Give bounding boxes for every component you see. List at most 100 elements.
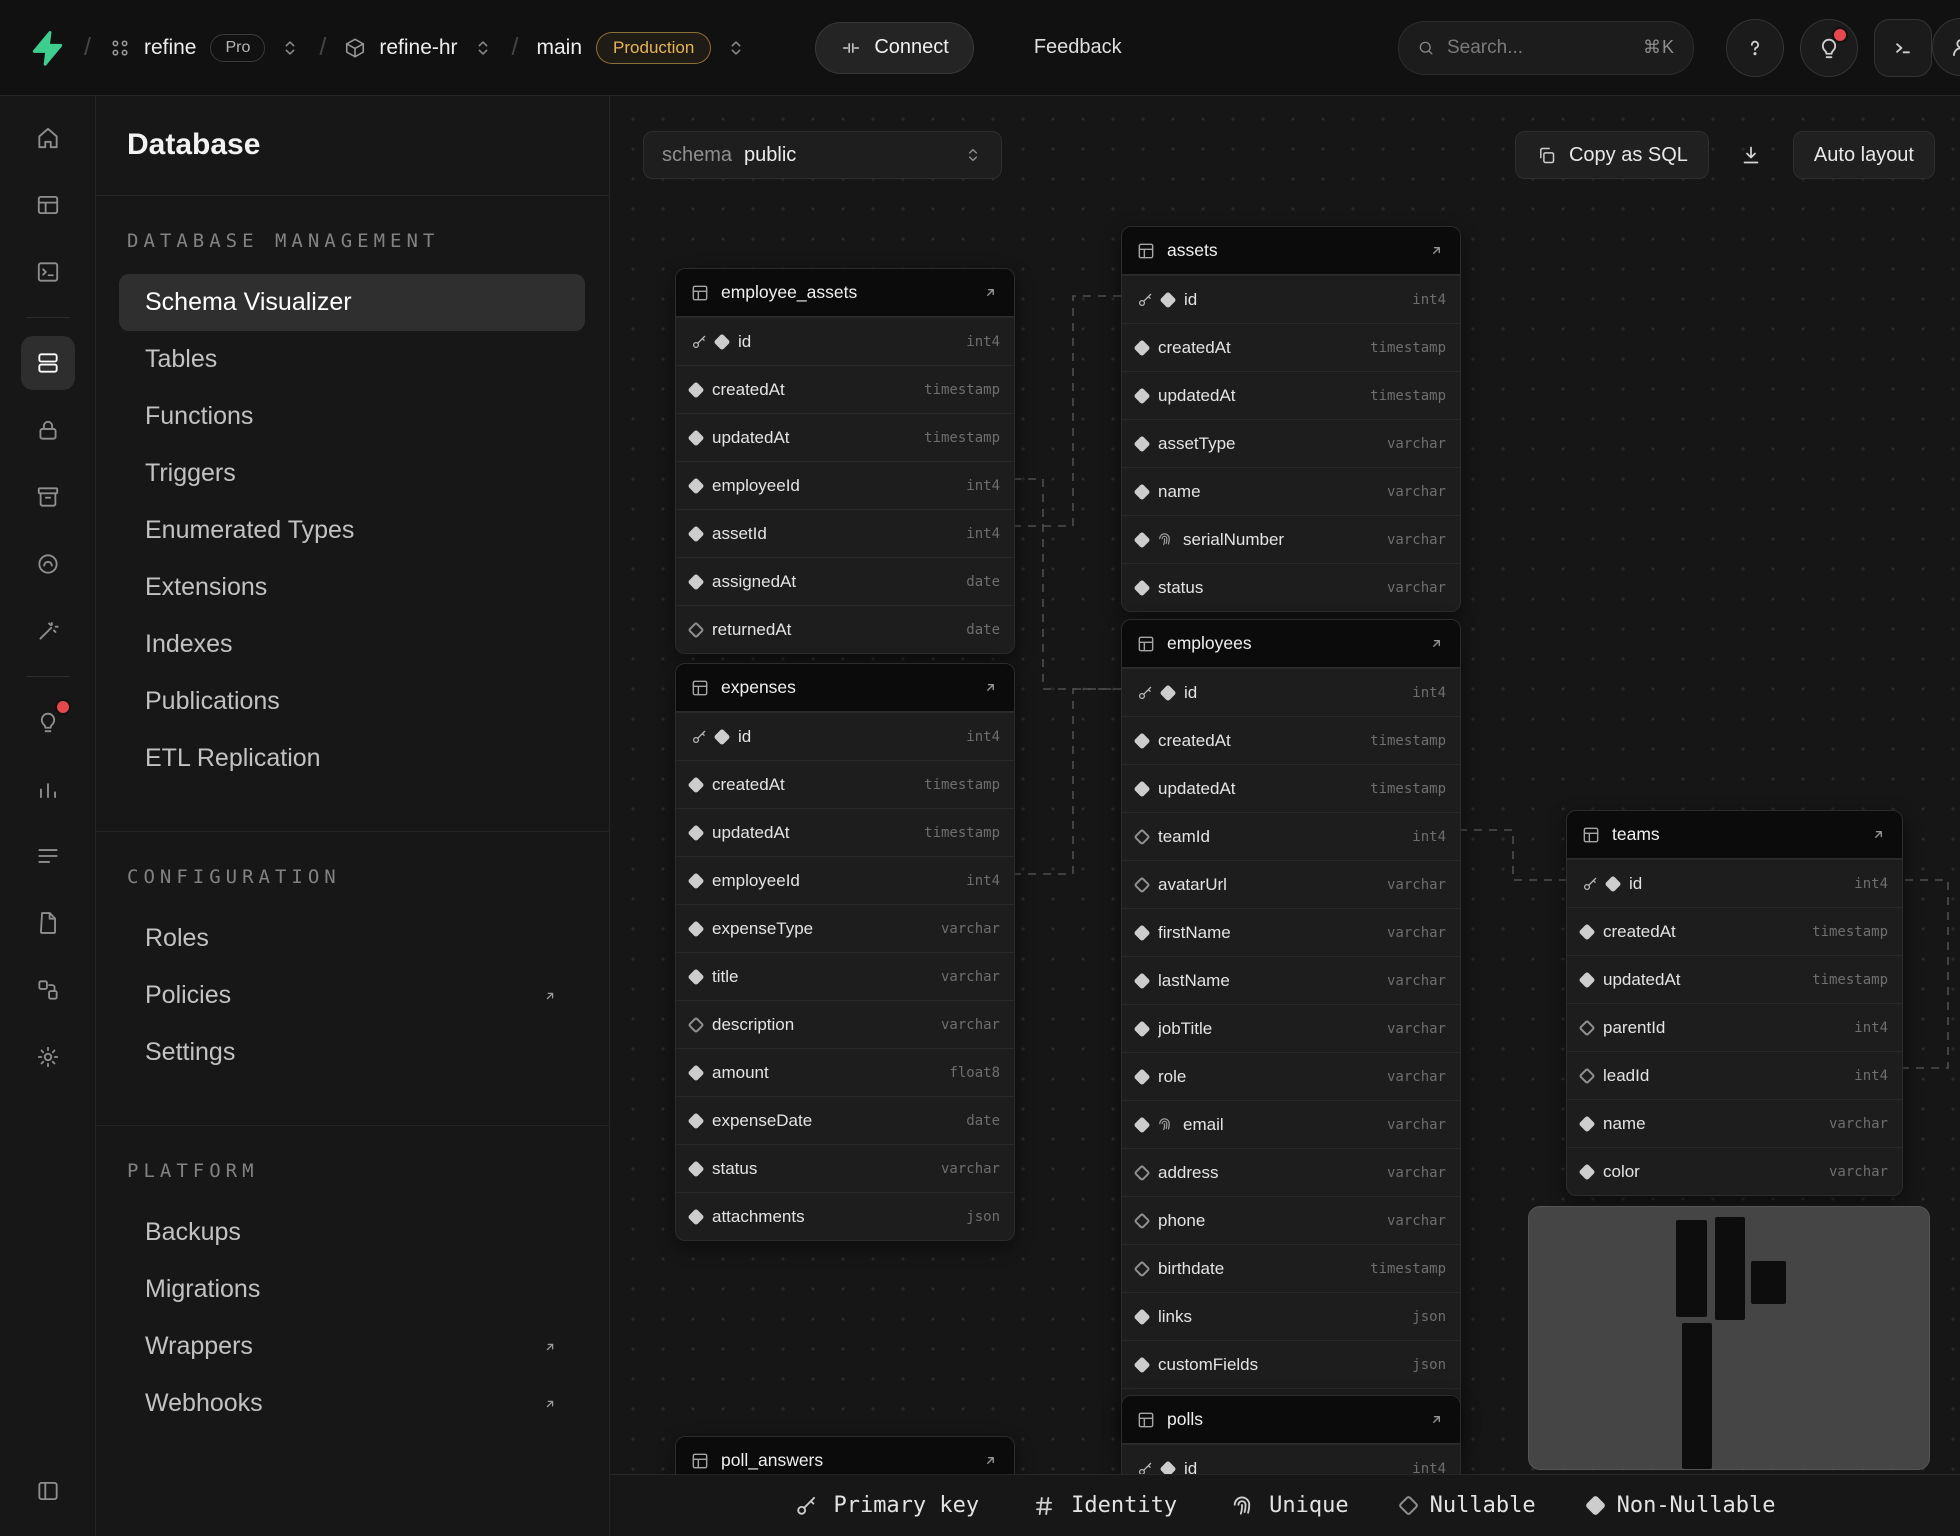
column-row-updatedAt[interactable]: updatedAttimestamp bbox=[1122, 764, 1460, 812]
sidebar-item-roles[interactable]: Roles bbox=[119, 910, 585, 967]
auto-layout-button[interactable]: Auto layout bbox=[1793, 131, 1935, 179]
avatar-button[interactable] bbox=[1932, 18, 1960, 76]
table-header[interactable]: expenses bbox=[676, 664, 1014, 712]
rail-item-realtime-wand[interactable] bbox=[21, 604, 75, 658]
table-header[interactable]: assets bbox=[1122, 227, 1460, 275]
column-row-createdAt[interactable]: createdAttimestamp bbox=[676, 760, 1014, 808]
column-row-status[interactable]: statusvarchar bbox=[676, 1144, 1014, 1192]
schema-canvas[interactable]: employee_assetsidint4createdAttimestampu… bbox=[609, 95, 1960, 1536]
minimap[interactable] bbox=[1528, 1206, 1930, 1470]
search-input[interactable]: Search... ⌘K bbox=[1398, 21, 1694, 75]
sidebar-item-migrations[interactable]: Migrations bbox=[119, 1261, 585, 1318]
sidebar-item-triggers[interactable]: Triggers bbox=[119, 445, 585, 502]
column-row-assetId[interactable]: assetIdint4 bbox=[676, 509, 1014, 557]
sidebar-item-publications[interactable]: Publications bbox=[119, 673, 585, 730]
column-row-updatedAt[interactable]: updatedAttimestamp bbox=[1567, 955, 1902, 1003]
column-row-leadId[interactable]: leadIdint4 bbox=[1567, 1051, 1902, 1099]
column-row-links[interactable]: linksjson bbox=[1122, 1292, 1460, 1340]
column-row-email[interactable]: emailvarchar bbox=[1122, 1100, 1460, 1148]
column-row-updatedAt[interactable]: updatedAttimestamp bbox=[1122, 371, 1460, 419]
open-table-icon[interactable] bbox=[981, 678, 1000, 697]
rail-item-edge-functions[interactable] bbox=[21, 537, 75, 591]
rail-item-storage-archive[interactable] bbox=[21, 470, 75, 524]
column-row-updatedAt[interactable]: updatedAttimestamp bbox=[676, 808, 1014, 856]
rail-item-sql-editor[interactable] bbox=[21, 245, 75, 299]
table-node-teams[interactable]: teamsidint4createdAttimestampupdatedAtti… bbox=[1566, 810, 1903, 1196]
rail-item-settings-gear[interactable] bbox=[21, 1030, 75, 1084]
column-row-jobTitle[interactable]: jobTitlevarchar bbox=[1122, 1004, 1460, 1052]
column-row-createdAt[interactable]: createdAttimestamp bbox=[676, 365, 1014, 413]
column-row-status[interactable]: statusvarchar bbox=[1122, 563, 1460, 611]
branch-breadcrumb[interactable]: main bbox=[537, 36, 583, 60]
sidebar-item-enumerated-types[interactable]: Enumerated Types bbox=[119, 502, 585, 559]
column-row-phone[interactable]: phonevarchar bbox=[1122, 1196, 1460, 1244]
column-row-id[interactable]: idint4 bbox=[1122, 668, 1460, 716]
column-row-serialNumber[interactable]: serialNumbervarchar bbox=[1122, 515, 1460, 563]
open-table-icon[interactable] bbox=[1869, 825, 1888, 844]
branch-switcher-chevron-icon[interactable] bbox=[725, 37, 747, 59]
sidebar-item-indexes[interactable]: Indexes bbox=[119, 616, 585, 673]
column-row-firstName[interactable]: firstNamevarchar bbox=[1122, 908, 1460, 956]
open-table-icon[interactable] bbox=[1427, 634, 1446, 653]
sidebar-item-functions[interactable]: Functions bbox=[119, 388, 585, 445]
column-row-expenseDate[interactable]: expenseDatedate bbox=[676, 1096, 1014, 1144]
column-row-id[interactable]: idint4 bbox=[676, 712, 1014, 760]
sidebar-item-tables[interactable]: Tables bbox=[119, 331, 585, 388]
open-table-icon[interactable] bbox=[1427, 1410, 1446, 1429]
column-row-role[interactable]: rolevarchar bbox=[1122, 1052, 1460, 1100]
open-table-icon[interactable] bbox=[981, 283, 1000, 302]
org-switcher-chevron-icon[interactable] bbox=[279, 37, 301, 59]
column-row-avatarUrl[interactable]: avatarUrlvarchar bbox=[1122, 860, 1460, 908]
copy-as-sql-button[interactable]: Copy as SQL bbox=[1515, 131, 1709, 179]
rail-item-advisors-bulb[interactable] bbox=[21, 695, 75, 749]
column-row-id[interactable]: idint4 bbox=[676, 317, 1014, 365]
table-node-assets[interactable]: assetsidint4createdAttimestampupdatedAtt… bbox=[1121, 226, 1461, 612]
download-schema-button[interactable] bbox=[1727, 131, 1775, 179]
rail-item-panel-toggle[interactable] bbox=[21, 1464, 75, 1518]
sidebar-item-wrappers[interactable]: Wrappers bbox=[119, 1318, 585, 1375]
table-node-employees[interactable]: employeesidint4createdAttimestampupdated… bbox=[1121, 619, 1461, 1437]
column-row-lastName[interactable]: lastNamevarchar bbox=[1122, 956, 1460, 1004]
rail-item-database[interactable] bbox=[21, 336, 75, 390]
column-row-birthdate[interactable]: birthdatetimestamp bbox=[1122, 1244, 1460, 1292]
sidebar-item-extensions[interactable]: Extensions bbox=[119, 559, 585, 616]
lightbulb-button[interactable] bbox=[1800, 19, 1858, 77]
table-header[interactable]: teams bbox=[1567, 811, 1902, 859]
column-row-customFields[interactable]: customFieldsjson bbox=[1122, 1340, 1460, 1388]
column-row-updatedAt[interactable]: updatedAttimestamp bbox=[676, 413, 1014, 461]
org-breadcrumb[interactable]: refine bbox=[109, 36, 197, 60]
help-button[interactable] bbox=[1726, 19, 1784, 77]
table-header[interactable]: employee_assets bbox=[676, 269, 1014, 317]
table-header[interactable]: polls bbox=[1122, 1396, 1460, 1444]
table-node-expenses[interactable]: expensesidint4createdAttimestampupdatedA… bbox=[675, 663, 1015, 1241]
project-switcher-chevron-icon[interactable] bbox=[472, 37, 494, 59]
connect-button[interactable]: Connect bbox=[815, 22, 974, 74]
table-header[interactable]: employees bbox=[1122, 620, 1460, 668]
table-node-employee_assets[interactable]: employee_assetsidint4createdAttimestampu… bbox=[675, 268, 1015, 654]
column-row-expenseType[interactable]: expenseTypevarchar bbox=[676, 904, 1014, 952]
column-row-name[interactable]: namevarchar bbox=[1567, 1099, 1902, 1147]
column-row-color[interactable]: colorvarchar bbox=[1567, 1147, 1902, 1195]
rail-item-home[interactable] bbox=[21, 111, 75, 165]
sidebar-item-backups[interactable]: Backups bbox=[119, 1204, 585, 1261]
rail-item-logs-list[interactable] bbox=[21, 829, 75, 883]
terminal-button[interactable] bbox=[1874, 19, 1932, 77]
column-row-address[interactable]: addressvarchar bbox=[1122, 1148, 1460, 1196]
open-table-icon[interactable] bbox=[1427, 241, 1446, 260]
rail-item-table-editor[interactable] bbox=[21, 178, 75, 232]
column-row-createdAt[interactable]: createdAttimestamp bbox=[1122, 716, 1460, 764]
column-row-name[interactable]: namevarchar bbox=[1122, 467, 1460, 515]
column-row-parentId[interactable]: parentIdint4 bbox=[1567, 1003, 1902, 1051]
column-row-createdAt[interactable]: createdAttimestamp bbox=[1567, 907, 1902, 955]
column-row-employeeId[interactable]: employeeIdint4 bbox=[676, 856, 1014, 904]
rail-item-reports-chart[interactable] bbox=[21, 762, 75, 816]
column-row-id[interactable]: idint4 bbox=[1567, 859, 1902, 907]
rail-item-api-docs[interactable] bbox=[21, 896, 75, 950]
column-row-attachments[interactable]: attachmentsjson bbox=[676, 1192, 1014, 1240]
column-row-assetType[interactable]: assetTypevarchar bbox=[1122, 419, 1460, 467]
column-row-assignedAt[interactable]: assignedAtdate bbox=[676, 557, 1014, 605]
supabase-logo-icon[interactable] bbox=[28, 29, 66, 67]
column-row-id[interactable]: idint4 bbox=[1122, 275, 1460, 323]
feedback-button[interactable]: Feedback bbox=[1028, 35, 1128, 60]
column-row-description[interactable]: descriptionvarchar bbox=[676, 1000, 1014, 1048]
